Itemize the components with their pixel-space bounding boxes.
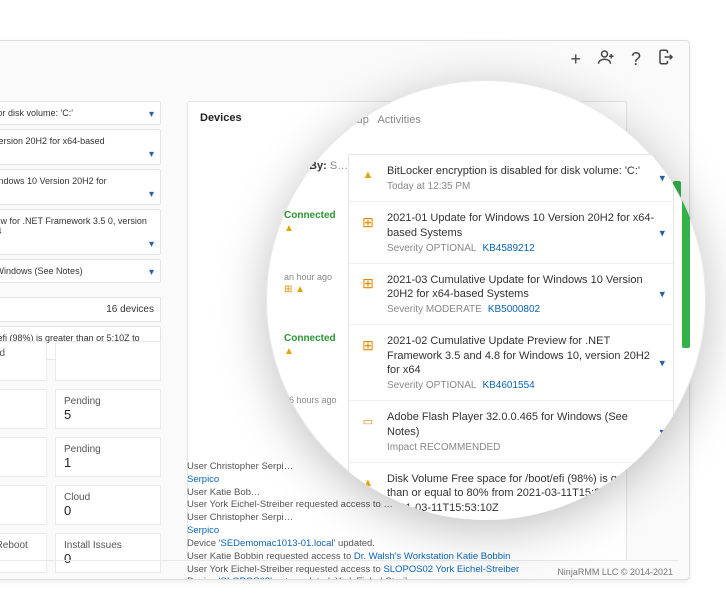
alert-title: 2021-03 Cumulative Update for Windows 10… <box>387 273 663 302</box>
stat-failed: Failed0 <box>0 389 47 429</box>
add-icon[interactable]: + <box>570 49 581 70</box>
activity-row: Device 'SEDemomac1013-01.local' updated. <box>187 538 627 551</box>
chevron-down-icon[interactable]: ▾ <box>659 494 665 507</box>
alert-sub: Severity OPTIONALKB4589212 <box>387 243 663 254</box>
alert-title: Adobe Flash Player 32.0.0.465 for Window… <box>387 410 663 439</box>
chevron-down-icon[interactable]: ▾ <box>659 425 665 438</box>
alert-card[interactable]: indows 10 Version 20H2 for x64-based KB4… <box>0 129 161 165</box>
help-icon[interactable]: ? <box>631 49 641 70</box>
warning-icon: ▲ <box>359 474 377 492</box>
alert-sub: Severity OPTIONALKB4601554 <box>387 380 663 391</box>
activity-row: Serpico <box>187 525 627 538</box>
kb-link[interactable]: KB5000802 <box>488 304 540 315</box>
alert-card[interactable]: pdate for Windows 10 Version 20H2 for KB… <box>0 169 161 205</box>
alert-item[interactable]: ▲ BitLocker encryption is disabled for d… <box>349 155 673 202</box>
stats-grid: Quarantined0 Failed0 Pending5 Failed0 Pe… <box>0 341 161 580</box>
chevron-down-icon[interactable]: ▾ <box>149 239 154 250</box>
stat <box>55 341 161 381</box>
warning-icon: ▲ <box>284 346 337 357</box>
sort-by-label[interactable]: Sort By: S… <box>284 160 348 172</box>
device-count-badge: 16 devices <box>0 297 161 322</box>
stat-quarantined: Quarantined0 <box>0 341 47 381</box>
alert-item[interactable]: ⊞ 2021-01 Update for Windows 10 Version … <box>349 202 673 264</box>
alert-text: is disabled for disk volume: 'C:' <box>0 108 73 118</box>
activity-link[interactable]: Serpico <box>187 474 219 485</box>
kb-link[interactable]: KB4589212 <box>0 148 152 158</box>
logout-icon[interactable] <box>657 48 675 71</box>
person-add-icon[interactable] <box>597 48 615 71</box>
left-alert-column: is disabled for disk volume: 'C:' ▾ indo… <box>0 101 161 360</box>
activity-link[interactable]: Serpico <box>187 525 219 536</box>
alert-card[interactable]: is disabled for disk volume: 'C:' ▾ <box>0 101 161 125</box>
alert-text: pdate for Windows 10 Version 20H2 for <box>0 176 107 186</box>
alert-list: ▲ BitLocker encryption is disabled for d… <box>348 154 674 520</box>
lens-tabs[interactable]: … Backup Activities <box>312 114 706 126</box>
lens-bottom-stats: ⛨ 0 Failed0 <box>408 80 624 82</box>
chevron-down-icon[interactable]: ▾ <box>659 226 665 239</box>
chevron-down-icon[interactable]: ▾ <box>659 356 665 369</box>
chevron-down-icon[interactable]: ▾ <box>659 172 665 185</box>
alert-text: indows 10 Version 20H2 for x64-based <box>0 136 105 146</box>
tab-activities[interactable]: Activities <box>377 114 420 126</box>
tab-devices: Devices <box>200 112 242 124</box>
alert-title: 2021-01 Update for Windows 10 Version 20… <box>387 211 663 240</box>
warning-icon: ▲ <box>359 166 377 184</box>
health-bar-icon <box>682 188 690 348</box>
windows-icon: ⊞ <box>359 336 377 354</box>
kb-link[interactable]: KB4601554 <box>0 238 152 248</box>
timestamp: 16 hours ago <box>284 395 337 405</box>
chevron-down-icon[interactable]: ▾ <box>659 288 665 301</box>
stat-pending: Pending1 <box>55 437 161 477</box>
alert-sub: Today at 10:53 AM <box>387 518 663 520</box>
kb-link[interactable]: KB4601554 <box>482 380 534 391</box>
package-icon: ▭ <box>359 412 377 430</box>
alert-card[interactable]: 0.0.465 for Windows (See Notes) ▾ <box>0 259 161 283</box>
stat-value: 0 <box>569 80 596 82</box>
alert-text: pdate Preview for .NET Framework 3.5 0, … <box>0 216 147 236</box>
status-connected: Connected <box>284 210 337 221</box>
chevron-down-icon[interactable]: ▾ <box>149 267 154 278</box>
windows-icon: ⊞ <box>359 275 377 293</box>
alert-item[interactable]: ⊞ 2021-03 Cumulative Update for Windows … <box>349 264 673 326</box>
lens-side-column: Connected ▲ an hour ago ⊞ ▲ Connected ▲ … <box>284 210 337 405</box>
activity-link[interactable]: SEDemomac1013-01.local <box>221 538 334 549</box>
chevron-down-icon[interactable]: ▾ <box>149 189 154 200</box>
chevron-down-icon[interactable]: ▾ <box>149 149 154 160</box>
alert-sub: Today at 12:35 PM <box>387 181 663 192</box>
chevron-down-icon[interactable]: ▾ <box>149 109 154 120</box>
windows-icon: ⊞ <box>359 213 377 231</box>
alert-title: Disk Volume Free space for /boot/efi (98… <box>387 472 663 515</box>
stat-cloud: Cloud0 <box>55 485 161 525</box>
windows-icon: ⊞ ▲ <box>284 284 337 295</box>
magnifier-lens: … Backup Activities Sort By: S… Connecte… <box>266 80 706 520</box>
stat-failed: Failed0 <box>0 437 47 477</box>
footer-copyright: NinjaRMM LLC © 2014-2021 <box>0 560 679 580</box>
topbar: + ? <box>0 41 689 77</box>
tab-backup[interactable]: Backup <box>332 114 369 126</box>
stat-pending: Pending5 <box>55 389 161 429</box>
alert-sub: Impact RECOMMENDED <box>387 442 663 453</box>
stat-devices: Devices2 <box>0 485 47 525</box>
alert-sub: Severity MODERATEKB5000802 <box>387 304 663 315</box>
timestamp: an hour ago <box>284 272 337 282</box>
kb-link[interactable]: KB4589212 <box>482 243 534 254</box>
alert-item[interactable]: ⊞ 2021-02 Cumulative Update Preview for … <box>349 325 673 401</box>
alert-item[interactable]: ▲ Disk Volume Free space for /boot/efi (… <box>349 463 673 520</box>
alert-title: BitLocker encryption is disabled for dis… <box>387 164 663 178</box>
alert-item[interactable]: ▭ Adobe Flash Player 32.0.0.465 for Wind… <box>349 401 673 463</box>
alert-text: 0.0.465 for Windows (See Notes) <box>0 266 83 276</box>
alert-title: 2021-02 Cumulative Update Preview for .N… <box>387 334 663 377</box>
alert-card[interactable]: pdate Preview for .NET Framework 3.5 0, … <box>0 209 161 255</box>
status-connected: Connected <box>284 333 337 344</box>
warning-icon: ▲ <box>284 223 337 234</box>
kb-link[interactable]: KB5000802 <box>0 188 152 198</box>
device-status-row: Connected ▲ <box>284 210 337 234</box>
